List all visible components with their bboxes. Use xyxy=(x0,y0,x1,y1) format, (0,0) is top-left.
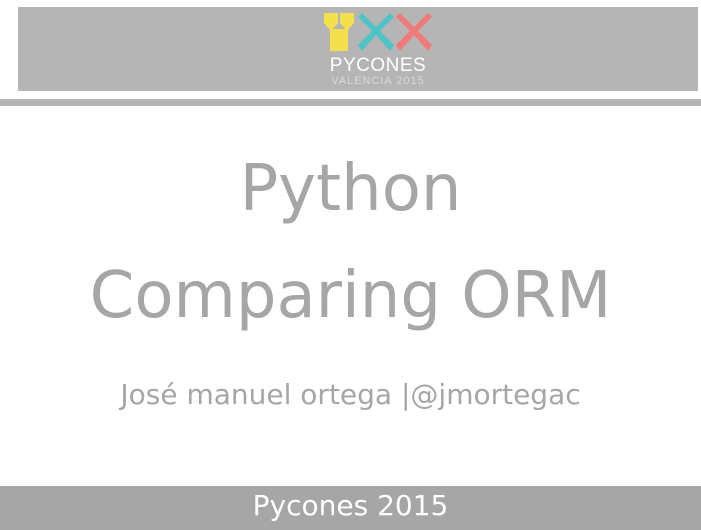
logo-subtext: VALENCIA 2015 xyxy=(331,75,425,87)
footer-text: Pycones 2015 xyxy=(252,489,449,522)
pycones-logo: PYCONES VALENCIA 2015 xyxy=(318,11,438,91)
header-band: PYCONES VALENCIA 2015 xyxy=(18,7,698,91)
header-divider xyxy=(0,99,701,106)
slide-author: José manuel ortega |@jmortegac xyxy=(120,378,581,411)
slide-title-line-2: Comparing ORM xyxy=(89,259,612,333)
logo-text: PYCONES xyxy=(329,55,427,76)
footer-band: Pycones 2015 xyxy=(0,486,701,530)
slide-title-line-1: Python xyxy=(239,152,462,226)
pycones-logo-mark-icon xyxy=(324,13,432,51)
presentation-slide: PYCONES VALENCIA 2015 Python Comparing O… xyxy=(0,0,701,530)
